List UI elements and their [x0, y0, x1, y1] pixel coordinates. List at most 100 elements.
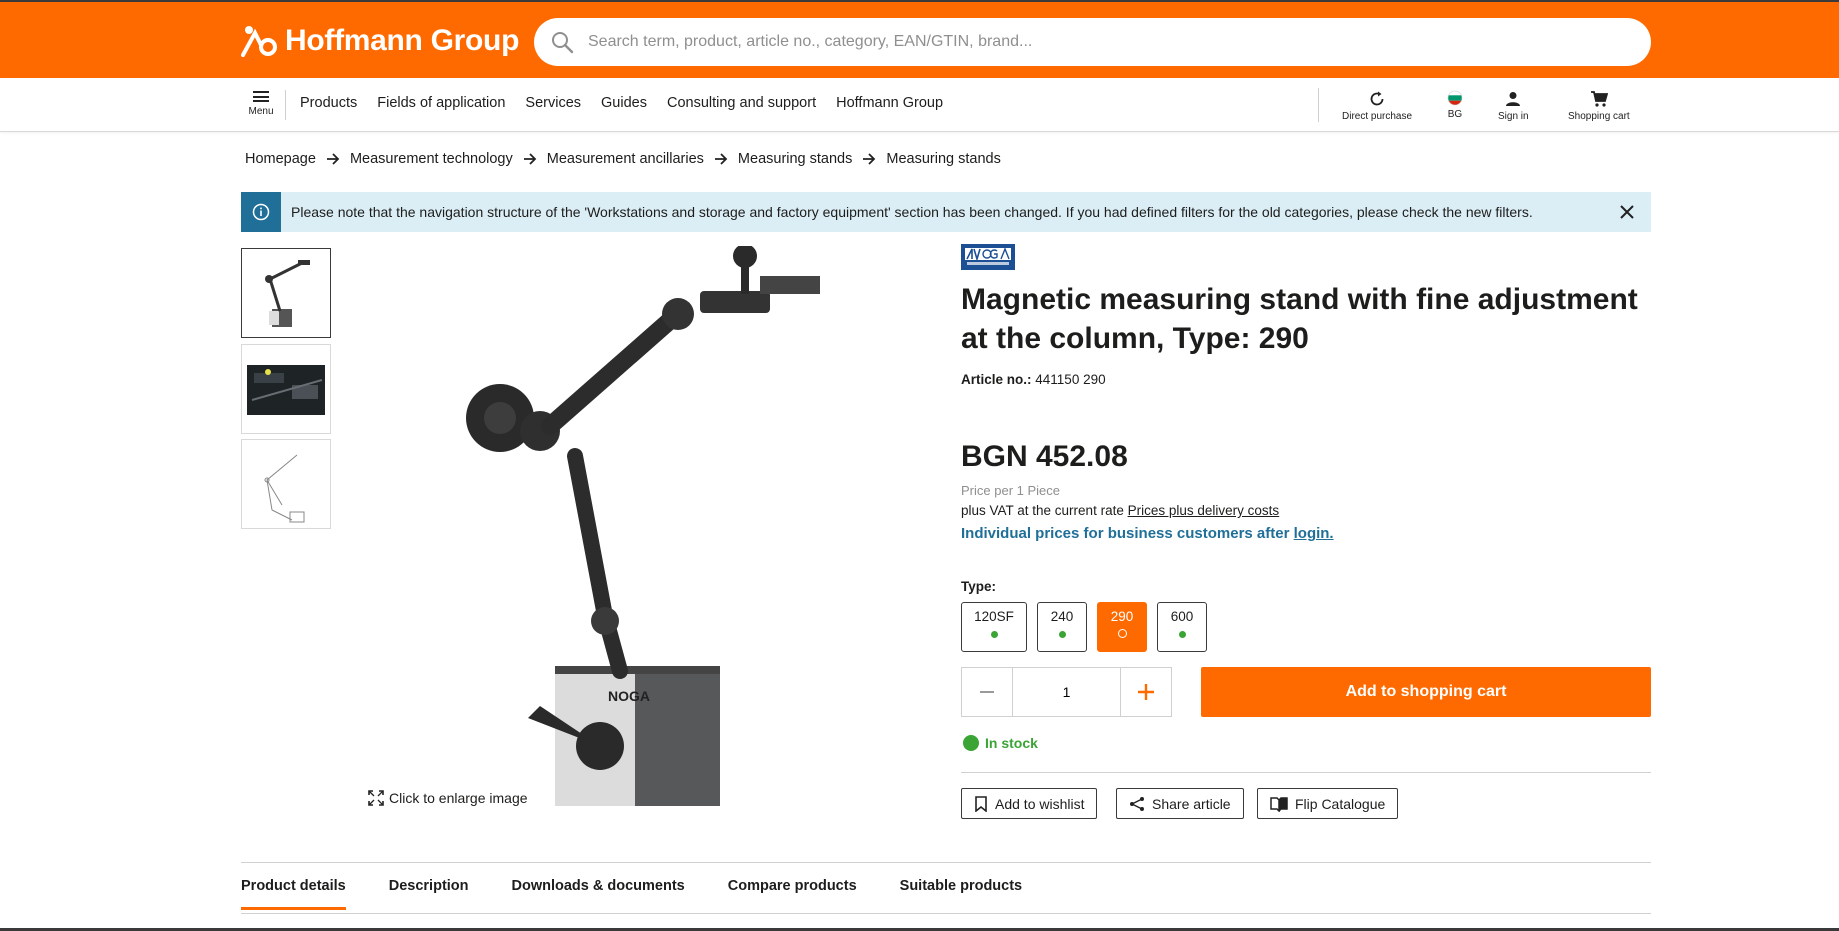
arrow-right-icon: [326, 152, 340, 166]
menu-button[interactable]: Menu: [241, 88, 281, 124]
hoffmann-logo[interactable]: Hoffmann Group: [241, 23, 519, 59]
close-icon[interactable]: [1617, 202, 1637, 222]
flip-catalogue-button[interactable]: Flip Catalogue: [1257, 788, 1399, 819]
product-price: BGN 452.08: [961, 440, 1128, 473]
bulgaria-flag-icon: [1447, 90, 1463, 106]
hamburger-icon: [253, 91, 269, 102]
menu-label: Menu: [248, 106, 274, 117]
vat-info: plus VAT at the current rate Prices plus…: [961, 503, 1279, 518]
share-icon: [1130, 796, 1144, 811]
tab-suitable-products[interactable]: Suitable products: [900, 878, 1022, 910]
availability-dot: [1058, 631, 1066, 638]
login-link[interactable]: login.: [1294, 525, 1334, 542]
nav-divider-tools: [1318, 88, 1319, 122]
book-icon: [1270, 796, 1288, 812]
nav-divider: [285, 90, 286, 120]
share-label: Share article: [1152, 795, 1231, 812]
tab-product-details[interactable]: Product details: [241, 878, 346, 910]
nav-link-services[interactable]: Services: [525, 95, 581, 111]
breadcrumb-measurement-technology[interactable]: Measurement technology: [350, 151, 513, 167]
type-label: Type:: [961, 579, 997, 594]
type-option-240[interactable]: 240: [1037, 602, 1087, 652]
cart-icon: [1590, 91, 1608, 107]
shopping-cart-label: Shopping cart: [1568, 111, 1630, 122]
expand-icon: [368, 790, 384, 806]
search-icon: [552, 32, 574, 54]
tab-compare-products[interactable]: Compare products: [728, 878, 857, 910]
country-label: BG: [1447, 109, 1463, 120]
logo-text: Hoffmann Group: [285, 24, 520, 57]
business-text: Individual prices for business customers…: [961, 525, 1290, 542]
info-banner: Please note that the navigation structur…: [241, 192, 1651, 232]
user-icon: [1506, 92, 1521, 106]
thumbnail-3[interactable]: [241, 439, 331, 529]
noga-brand-logo[interactable]: [961, 244, 1015, 270]
nav-link-hoffmann-group[interactable]: Hoffmann Group: [836, 95, 943, 111]
product-image[interactable]: NOGA: [430, 244, 870, 811]
info-banner-text: Please note that the navigation structur…: [291, 204, 1533, 220]
sign-in-button[interactable]: Sign in: [1498, 90, 1529, 122]
type-option-label: 240: [1050, 609, 1074, 624]
shopping-cart-button[interactable]: Shopping cart: [1568, 90, 1630, 122]
enlarge-image-button[interactable]: Click to enlarge image: [368, 790, 528, 806]
tabs-divider-top: [241, 862, 1651, 863]
main-nav: Menu Products Fields of application Serv…: [0, 78, 1839, 132]
wishlist-label: Add to wishlist: [995, 795, 1085, 812]
country-selector[interactable]: BG: [1447, 90, 1463, 120]
availability-dot: [990, 631, 998, 638]
article-number: Article no.: 441150 290: [961, 372, 1106, 387]
price-per-unit: Price per 1 Piece: [961, 483, 1060, 498]
add-to-wishlist-button[interactable]: Add to wishlist: [961, 788, 1098, 819]
quantity-stepper: [961, 667, 1172, 717]
add-to-cart-button[interactable]: Add to shopping cart: [1201, 667, 1651, 717]
in-stock-icon: [963, 735, 979, 751]
tab-description[interactable]: Description: [389, 878, 469, 910]
vat-text: plus VAT at the current rate: [961, 503, 1124, 518]
type-option-600[interactable]: 600: [1157, 602, 1207, 652]
breadcrumb: Homepage Measurement technology Measurem…: [245, 151, 1001, 167]
breadcrumb-measuring-stands[interactable]: Measuring stands: [738, 151, 852, 167]
search-input[interactable]: [588, 33, 1588, 51]
type-option-290[interactable]: 290: [1097, 602, 1147, 652]
divider: [961, 772, 1651, 773]
logo-icon: [241, 26, 277, 57]
type-option-label: 600: [1170, 609, 1194, 624]
top-bar: Hoffmann Group: [0, 0, 1839, 78]
plus-icon: [1138, 684, 1154, 700]
delivery-costs-link[interactable]: Prices plus delivery costs: [1128, 503, 1280, 518]
breadcrumb-measuring-stands-current[interactable]: Measuring stands: [886, 151, 1000, 167]
svg-text:NOGA: NOGA: [608, 688, 650, 704]
quantity-input[interactable]: [1012, 668, 1121, 716]
tabs-divider-bottom: [241, 913, 1651, 914]
breadcrumb-measurement-ancillaries[interactable]: Measurement ancillaries: [547, 151, 704, 167]
share-article-button[interactable]: Share article: [1116, 788, 1244, 819]
thumbnail-2[interactable]: [241, 344, 331, 434]
info-icon: [241, 192, 281, 232]
breadcrumb-homepage[interactable]: Homepage: [245, 151, 316, 167]
refresh-icon: [1370, 91, 1384, 106]
arrow-right-icon: [714, 152, 728, 166]
decrease-quantity-button[interactable]: [962, 668, 1012, 716]
direct-purchase-button[interactable]: Direct purchase: [1342, 90, 1412, 122]
arrow-right-icon: [862, 152, 876, 166]
type-option-120sf[interactable]: 120SF: [961, 602, 1027, 652]
tab-downloads-documents[interactable]: Downloads & documents: [512, 878, 685, 910]
technical-drawing-thumbnail-image: [264, 454, 305, 523]
article-label: Article no.:: [961, 372, 1032, 387]
nav-link-consulting[interactable]: Consulting and support: [667, 95, 816, 111]
nav-links: Products Fields of application Services …: [300, 95, 943, 111]
availability-dot: [1178, 631, 1186, 638]
nav-link-products[interactable]: Products: [300, 95, 357, 111]
increase-quantity-button[interactable]: [1121, 668, 1171, 716]
enlarge-label: Click to enlarge image: [389, 790, 528, 806]
nav-link-guides[interactable]: Guides: [601, 95, 647, 111]
stock-label: In stock: [985, 735, 1038, 751]
thumbnail-1[interactable]: [241, 248, 331, 338]
measuring-stand-thumbnail-image: [265, 260, 310, 327]
search-bar[interactable]: [534, 18, 1651, 66]
arrow-right-icon: [523, 152, 537, 166]
bookmark-icon: [975, 795, 987, 812]
sign-in-label: Sign in: [1498, 111, 1529, 122]
nav-link-fields-of-application[interactable]: Fields of application: [377, 95, 505, 111]
stock-status: In stock: [963, 735, 1038, 751]
